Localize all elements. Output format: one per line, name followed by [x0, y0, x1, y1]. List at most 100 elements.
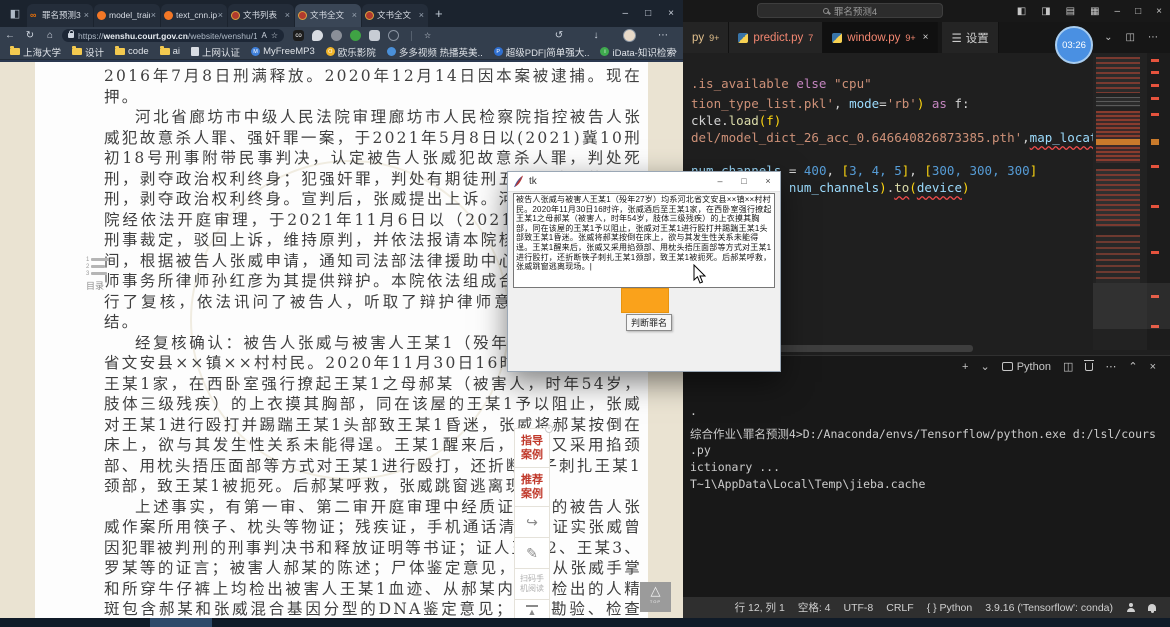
browser-tab-doc-list[interactable]: 文书列表 × [228, 4, 294, 27]
extension-co-icon[interactable]: co [293, 30, 304, 41]
bookmark-item[interactable]: MMyFreeMP3 [251, 46, 315, 57]
bookmark-item[interactable]: iiData-知识检索 [600, 45, 675, 59]
editor-tab-predict[interactable]: predict.py7 [729, 22, 823, 53]
close-panel-icon[interactable]: × [1150, 361, 1156, 373]
adblock-extension-icon[interactable] [331, 30, 342, 41]
terminal-more-icon[interactable]: ⋯ [1105, 360, 1116, 373]
tab-close-icon[interactable]: × [418, 10, 425, 20]
favorite-star-icon[interactable]: ☆ [271, 31, 278, 40]
bookmark-item[interactable]: 多多视频 热播英美.. [387, 45, 483, 59]
download-icon[interactable]: ↓ [586, 30, 606, 41]
kill-terminal-icon[interactable] [1085, 363, 1093, 371]
profile-avatar[interactable] [623, 29, 636, 42]
tab-close-icon[interactable]: × [923, 32, 929, 43]
command-center-search[interactable]: 罪名预测4 [757, 3, 943, 18]
status-indent[interactable]: 空格: 4 [798, 600, 831, 615]
feedback-person-icon[interactable] [1126, 603, 1135, 612]
terminal-profile-dropdown-icon[interactable]: ⌄ [980, 360, 989, 373]
editor-more-icon[interactable]: ⋯ [1148, 32, 1158, 43]
editor-tab-partial[interactable]: py9+ [683, 22, 729, 53]
toggle-sidebar-icon[interactable]: ◧ [1017, 6, 1026, 17]
vertical-tabs-icon[interactable]: ◧ [7, 6, 23, 22]
tab-close-icon[interactable]: × [83, 10, 90, 20]
browser-tab-doc-full-active[interactable]: 文书全文 × [295, 4, 361, 27]
bookmark-item[interactable]: P超级PDF|简单强大.. [494, 45, 590, 59]
browser-tab-strip: ◧ ∞ 罪名预测3 - m × model_train.ip × text_cn… [0, 0, 683, 27]
judge-crime-button[interactable] [621, 288, 669, 313]
bookmark-folder[interactable]: ai [160, 46, 180, 57]
notifications-bell-icon[interactable] [1148, 604, 1156, 611]
split-terminal-icon[interactable]: ◫ [1063, 360, 1073, 373]
terminal-profile[interactable]: Python [1002, 361, 1051, 373]
page-extension-icon[interactable] [369, 30, 380, 41]
circle-extension-icon[interactable] [388, 30, 399, 41]
browser-toolbar: ← ↻ ⌂ https://wenshu.court.gov.cn/websit… [0, 27, 683, 44]
status-encoding[interactable]: UTF-8 [844, 602, 874, 614]
recommended-cases-button[interactable]: 推荐案例 [515, 468, 549, 507]
triangle-logo-icon: △ [640, 582, 671, 600]
chat-extension-icon[interactable] [312, 30, 323, 41]
site-logo-badge[interactable]: △ TOP [640, 582, 671, 612]
favorites-bar-icon[interactable]: ☆ [424, 31, 431, 40]
bookmark-folder[interactable]: code [115, 46, 149, 57]
split-editor-icon[interactable]: ◫ [1126, 32, 1135, 43]
close-icon[interactable]: × [545, 425, 553, 433]
terminal-line: 综合作业\罪名预测4>D:/Anaconda/envs/Tensorflow/p… [690, 426, 1156, 442]
tab-close-icon[interactable]: × [284, 10, 291, 20]
globe-extension-icon[interactable] [350, 30, 361, 41]
editor-tab-window-active[interactable]: window.py9+ × [823, 22, 938, 53]
close-button[interactable]: × [1156, 6, 1162, 17]
status-language[interactable]: { } Python [927, 602, 973, 614]
customize-layout-icon[interactable]: ▦ [1090, 6, 1099, 17]
minimize-button[interactable]: – [708, 172, 732, 191]
status-line-col[interactable]: 行 12, 列 1 [735, 600, 785, 615]
scan-qr-button[interactable]: 扫码手机阅读 [515, 569, 549, 600]
home-icon[interactable]: ⌂ [40, 30, 60, 41]
tab-close-icon[interactable]: × [217, 10, 224, 20]
maximize-button[interactable]: □ [645, 8, 651, 19]
tab-close-icon[interactable]: × [150, 10, 157, 20]
browser-tab-crime-predict[interactable]: ∞ 罪名预测3 - m × [27, 4, 93, 27]
maximize-panel-icon[interactable]: ⌃ [1128, 360, 1137, 373]
back-to-top-button[interactable]: ▲ [515, 600, 549, 620]
maximize-button[interactable]: □ [1135, 6, 1141, 17]
status-interpreter[interactable]: 3.9.16 ('Tensorflow': conda) [985, 602, 1113, 614]
terminal-panel[interactable]: + ⌄ Python ◫ ⋯ ⌃ × . 综合作业\罪名预测4>D:/Anaco… [683, 355, 1170, 597]
browser-tab-model-train[interactable]: model_train.ip × [94, 4, 160, 27]
bookmark-folder[interactable]: 上海大学 [10, 45, 61, 59]
bookmark-folder[interactable]: 设计 [72, 45, 104, 59]
tab-close-icon[interactable]: × [351, 10, 358, 20]
share-button[interactable]: ↪ [515, 507, 549, 538]
guide-cases-button[interactable]: × 指导案例 [515, 429, 549, 468]
minimize-button[interactable]: – [623, 8, 629, 19]
bookmark-item[interactable]: 上网认证 [191, 45, 240, 59]
refresh-icon[interactable]: ↻ [20, 30, 40, 41]
minimap-slider[interactable] [1093, 283, 1170, 329]
toc-widget[interactable]: 1 2 3 目录 [86, 256, 116, 292]
toggle-secondary-sidebar-icon[interactable]: ▤ [1066, 6, 1075, 17]
back-icon[interactable]: ← [0, 30, 20, 41]
annotate-button[interactable]: ✎ [515, 538, 549, 569]
browser-menu-icon[interactable]: ⋯ [653, 30, 673, 41]
run-dropdown-icon[interactable]: ⌄ [1104, 32, 1112, 43]
editor-tab-settings[interactable]: ☰ 设置 [942, 22, 998, 53]
tk-title-bar[interactable]: tk – □ × [508, 172, 780, 192]
bookmark-item[interactable]: O欧乐影院 [326, 45, 376, 59]
toggle-panel-icon[interactable]: ◨ [1041, 6, 1050, 17]
close-button[interactable]: × [756, 172, 780, 191]
browser-tab-doc-full-2[interactable]: 文书全文 × [362, 4, 428, 27]
read-aloud-icon[interactable]: A [261, 31, 266, 40]
status-eol[interactable]: CRLF [886, 602, 913, 614]
minimize-button[interactable]: – [1115, 6, 1121, 17]
history-icon[interactable]: ↺ [549, 30, 569, 41]
close-button[interactable]: × [668, 8, 674, 19]
browser-tab-text-cnn[interactable]: text_cnn.ipynb × [161, 4, 227, 27]
case-text-input[interactable]: 被告人张威与被害人王某1（殁年27岁）均系河北省文安县××镇××村村民。2020… [513, 193, 775, 288]
new-tab-button[interactable]: + [435, 6, 443, 21]
address-bar[interactable]: https://wenshu.court.gov.cn/website/wens… [62, 29, 284, 42]
url-text[interactable]: https://wenshu.court.gov.cn/website/wens… [78, 31, 257, 41]
tk-dialog[interactable]: tk – □ × 被告人张威与被害人王某1（殁年27岁）均系河北省文安县××镇×… [507, 171, 781, 372]
maximize-button[interactable]: □ [732, 172, 756, 191]
new-terminal-icon[interactable]: + [962, 361, 968, 373]
bookmarks-overflow-icon[interactable]: › [674, 46, 677, 57]
